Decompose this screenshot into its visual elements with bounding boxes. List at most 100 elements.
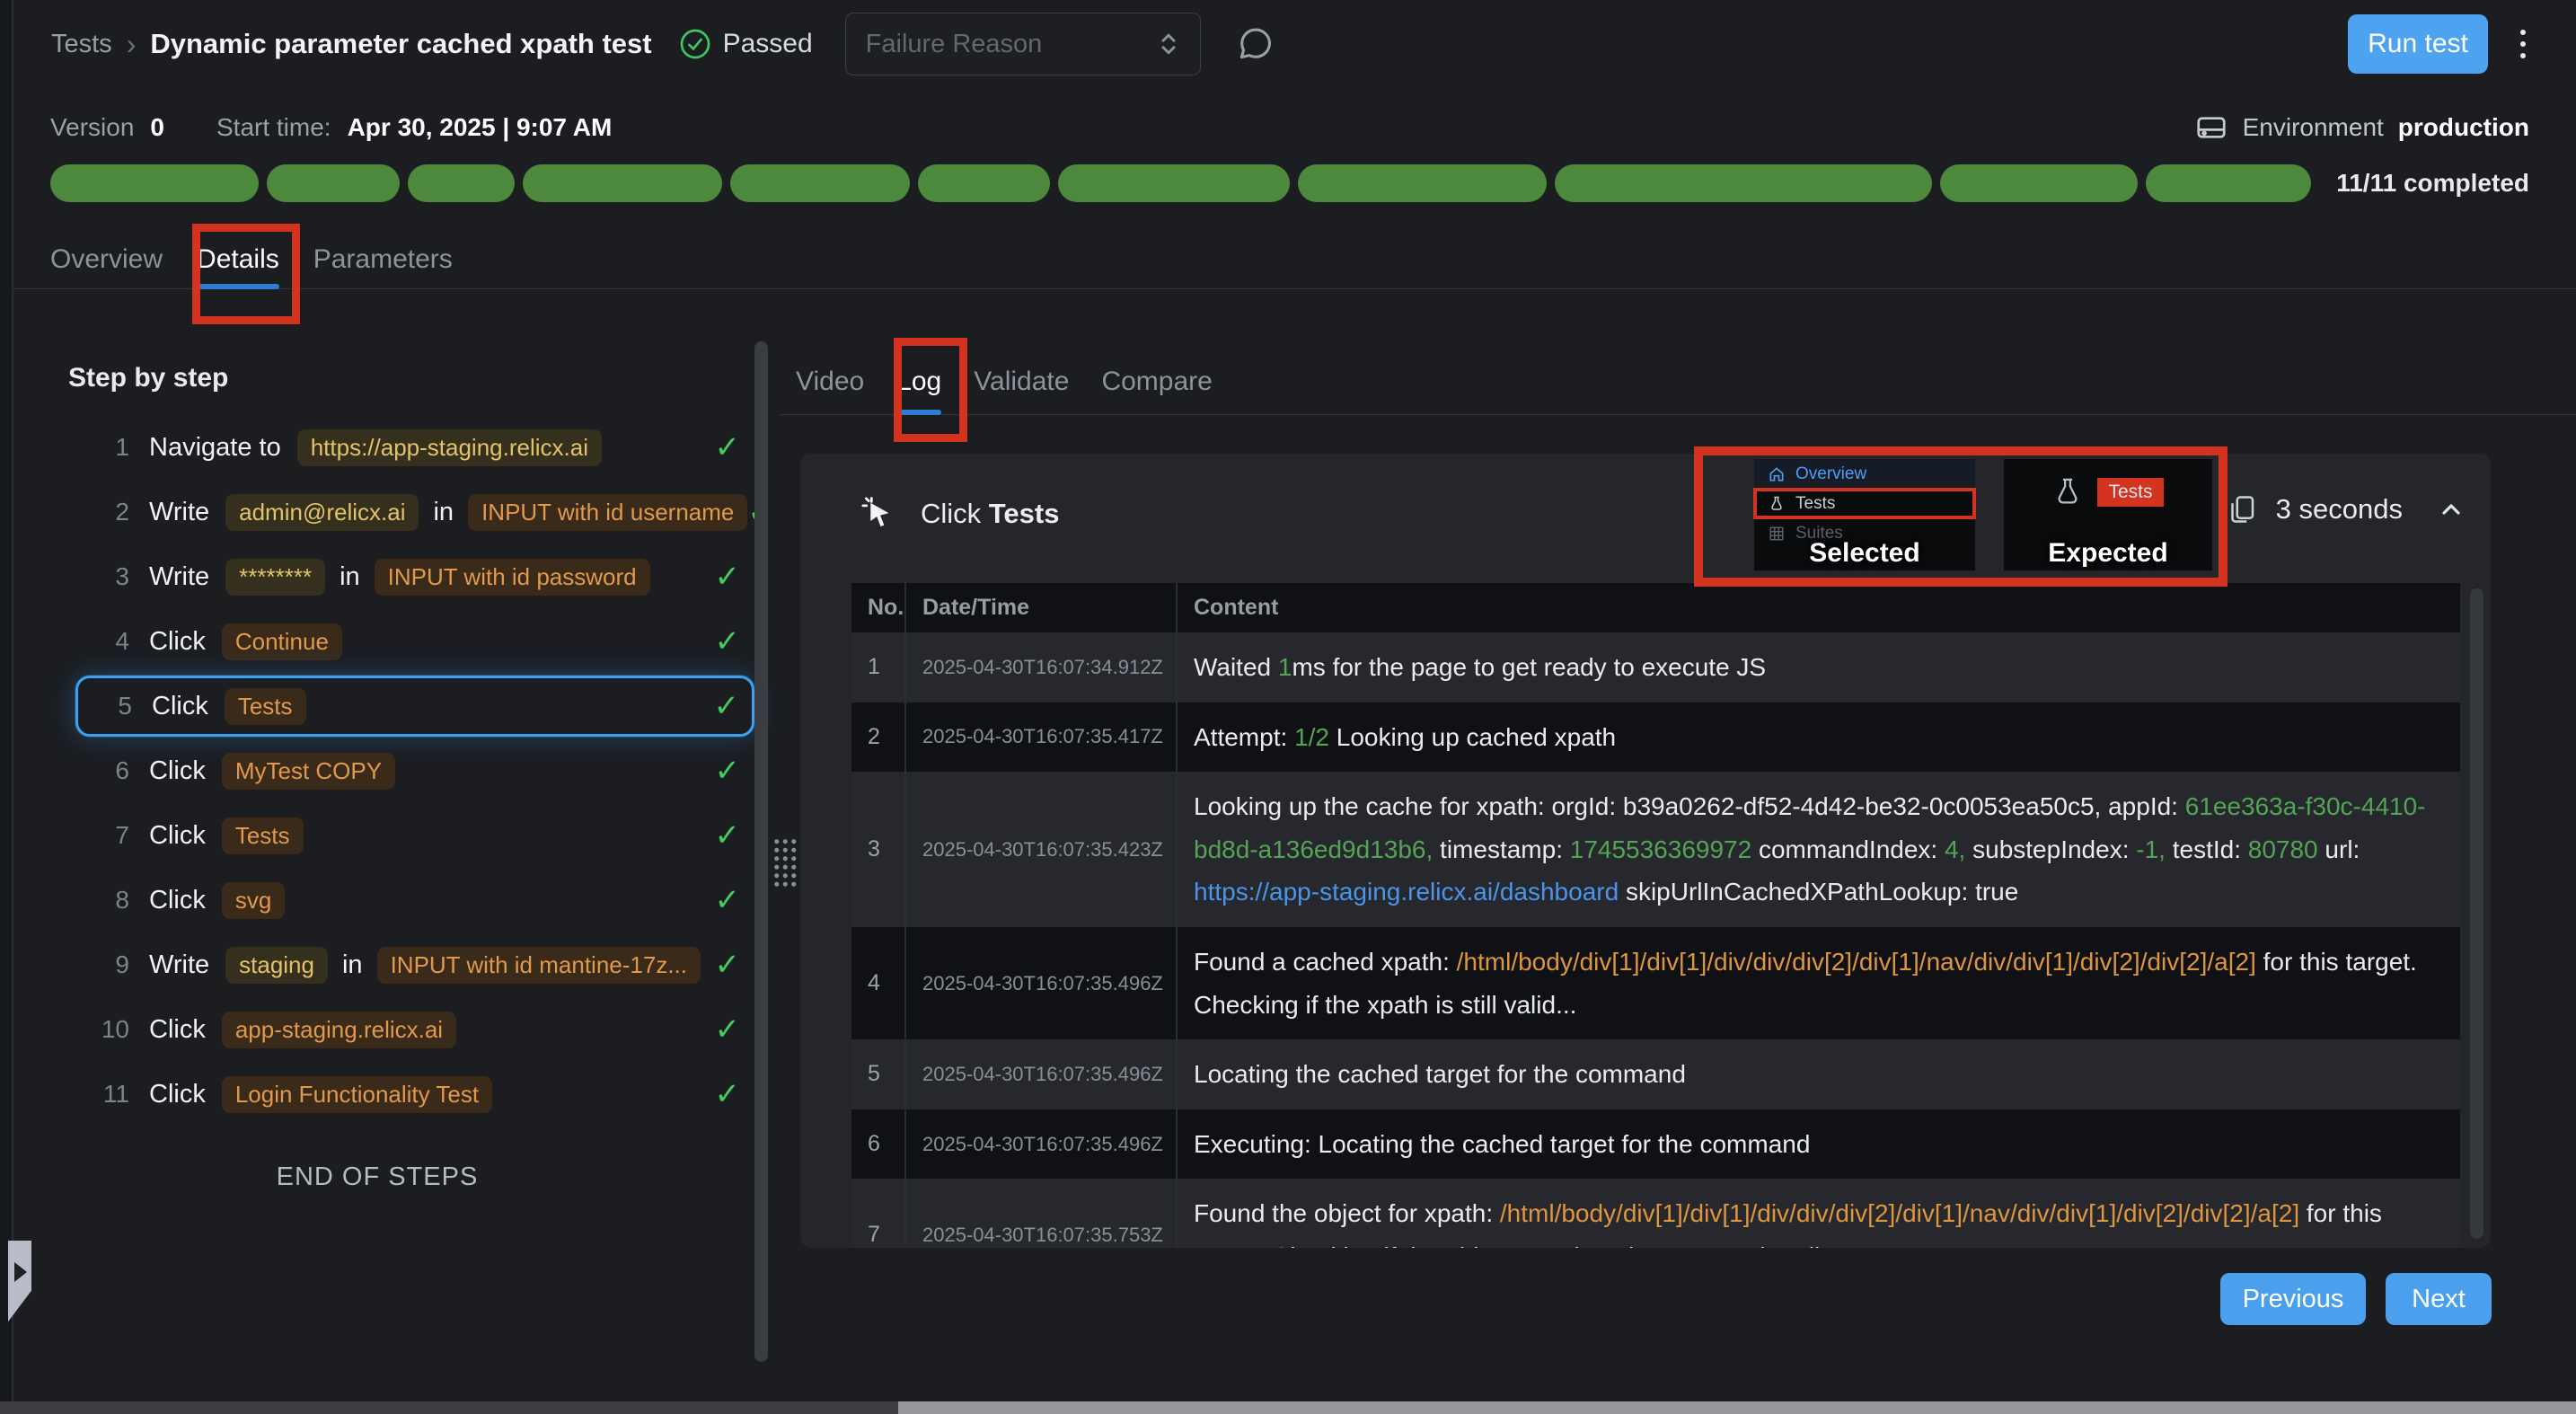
- drawer-expand-tab[interactable]: [8, 1241, 31, 1327]
- progress-segment: [408, 164, 515, 202]
- mini-nav-label: Overview: [1795, 464, 1866, 484]
- tab-details[interactable]: Details: [197, 230, 279, 289]
- log-card: Click Tests OverviewTestsSuites Selected…: [800, 454, 2491, 1248]
- step-row[interactable]: 8Clicksvg✓: [86, 875, 753, 925]
- step-row[interactable]: 10Clickapp-staging.relicx.ai✓: [86, 1004, 753, 1055]
- version-label: Version: [50, 113, 134, 142]
- log-token-green: 4,: [1945, 835, 1965, 863]
- log-row-number: 2: [851, 703, 905, 773]
- step-target-badge: svg: [222, 882, 285, 919]
- step-row[interactable]: 4ClickContinue✓: [86, 616, 753, 667]
- step-target-badge: MyTest COPY: [222, 753, 395, 790]
- previous-button[interactable]: Previous: [2220, 1273, 2366, 1325]
- step-action-label: Click: [149, 1015, 206, 1045]
- log-column-header: Date/Time: [905, 583, 1177, 632]
- log-row-content: Locating the cached target for the comma…: [1177, 1039, 2460, 1109]
- log-token: url:: [2318, 835, 2360, 863]
- step-row[interactable]: 7ClickTests✓: [86, 810, 753, 861]
- log-row[interactable]: 62025-04-30T16:07:35.496ZExecuting: Loca…: [851, 1109, 2460, 1180]
- log-token: testId:: [2166, 835, 2248, 863]
- step-target-badge: Tests: [225, 688, 306, 725]
- step-action-label: Write: [149, 498, 209, 527]
- step-number: 6: [86, 756, 129, 785]
- kebab-menu-icon[interactable]: [2520, 30, 2526, 58]
- log-token: Looking up the cache for xpath: orgId: b…: [1194, 792, 2185, 820]
- log-token-orange: /html/body/div[1]/div[1]/div/div/div[2]/…: [1457, 948, 2256, 976]
- log-row[interactable]: 42025-04-30T16:07:35.496ZFound a cached …: [851, 927, 2460, 1039]
- step-action-label: Click: [149, 821, 206, 851]
- top-bar: Tests › Dynamic parameter cached xpath t…: [13, 0, 2576, 88]
- end-of-steps-label: END OF STEPS: [27, 1162, 728, 1192]
- step-row[interactable]: 3Write********inINPUT with id password✓: [86, 552, 753, 602]
- step-action-label: Click: [152, 692, 208, 721]
- comment-bubble-icon[interactable]: [1235, 24, 1275, 64]
- progress-segment: [50, 164, 259, 202]
- progress-segment: [1940, 164, 2138, 202]
- log-row[interactable]: 22025-04-30T16:07:35.417ZAttempt: 1/2 Lo…: [851, 703, 2460, 773]
- detail-tabs: Video Log Validate Compare: [780, 349, 2576, 415]
- step-check-icon: ✓: [715, 753, 741, 789]
- log-token: Locating the cached target for the comma…: [1194, 1060, 1686, 1088]
- step-target-badge: INPUT with id mantine-17z...: [377, 947, 701, 984]
- progress-segment: [2146, 164, 2311, 202]
- step-check-icon: ✓: [715, 947, 741, 983]
- log-row[interactable]: 72025-04-30T16:07:35.753ZFound the objec…: [851, 1179, 2460, 1248]
- step-row[interactable]: 11ClickLogin Functionality Test✓: [86, 1069, 753, 1119]
- copy-icon: [2226, 493, 2258, 526]
- tab-log[interactable]: Log: [896, 349, 941, 415]
- step-number: 10: [86, 1015, 129, 1044]
- log-row[interactable]: 52025-04-30T16:07:35.496ZLocating the ca…: [851, 1039, 2460, 1109]
- step-action-label: Click: [149, 756, 206, 786]
- selected-screenshot-thumbnail[interactable]: OverviewTestsSuites Selected: [1754, 459, 1975, 570]
- log-row[interactable]: 12025-04-30T16:07:34.912ZWaited 1ms for …: [851, 632, 2460, 703]
- mini-nav-item-overview: Overview: [1754, 459, 1975, 489]
- step-target-badge: INPUT with id password: [375, 559, 650, 596]
- expected-screenshot-thumbnail[interactable]: Tests Expected: [2004, 459, 2212, 570]
- command-action: Click: [921, 498, 981, 529]
- step-by-step-panel: Step by step 1Navigate tohttps://app-sta…: [27, 352, 765, 1192]
- log-row-number: 5: [851, 1039, 905, 1109]
- step-row[interactable]: 5ClickTests✓: [75, 676, 754, 737]
- step-duration: 3 seconds: [2226, 493, 2466, 526]
- step-row[interactable]: 2Writeadmin@relicx.aiinINPUT with id use…: [86, 487, 753, 537]
- hard-drive-icon: [2194, 110, 2228, 145]
- log-token-green: 1: [1278, 653, 1292, 681]
- step-number: 1: [86, 433, 129, 462]
- panel-resize-handle[interactable]: [772, 837, 798, 888]
- progress-segment: [523, 164, 721, 202]
- next-button[interactable]: Next: [2386, 1273, 2492, 1325]
- step-number: 3: [86, 562, 129, 591]
- tab-overview[interactable]: Overview: [50, 230, 163, 289]
- chevron-up-icon[interactable]: [2437, 495, 2466, 524]
- tab-video[interactable]: Video: [796, 349, 864, 415]
- step-value-badge: staging: [225, 947, 328, 984]
- steps-scrollbar[interactable]: [754, 341, 768, 1362]
- expected-highlight-chip: Tests: [2097, 478, 2163, 507]
- log-scrollbar[interactable]: [2470, 588, 2483, 1239]
- step-check-icon: ✓: [715, 882, 741, 918]
- log-row[interactable]: 32025-04-30T16:07:35.423ZLooking up the …: [851, 772, 2460, 927]
- step-slot: 7ClickTests✓: [27, 803, 765, 868]
- log-token: Waited: [1194, 653, 1278, 681]
- log-token: Executing: Locating the cached target fo…: [1194, 1130, 1810, 1158]
- environment-label: Environment: [2243, 113, 2384, 142]
- step-slot: 2Writeadmin@relicx.aiinINPUT with id use…: [27, 480, 765, 544]
- log-token-green: 1/2: [1294, 723, 1329, 751]
- bottom-scrollbar-thumb[interactable]: [898, 1401, 2576, 1414]
- failure-reason-select[interactable]: Failure Reason: [845, 13, 1201, 75]
- step-check-icon: ✓: [715, 559, 741, 595]
- step-row[interactable]: 9WritestaginginINPUT with id mantine-17z…: [86, 940, 753, 990]
- step-row[interactable]: 6 Click MyTest COPY ✓: [86, 746, 753, 796]
- log-row-timestamp: 2025-04-30T16:07:35.496Z: [905, 927, 1177, 1039]
- tab-validate[interactable]: Validate: [974, 349, 1069, 415]
- log-row-content: Found a cached xpath: /html/body/div[1]/…: [1177, 927, 2460, 1039]
- step-value-badge: https://app-staging.relicx.ai: [297, 429, 602, 466]
- page-title: Dynamic parameter cached xpath test: [150, 28, 651, 60]
- log-row-content: Looking up the cache for xpath: orgId: b…: [1177, 772, 2460, 927]
- step-row[interactable]: 1Navigate tohttps://app-staging.relicx.a…: [86, 422, 753, 473]
- tab-parameters[interactable]: Parameters: [313, 230, 453, 289]
- run-test-button[interactable]: Run test: [2348, 14, 2488, 74]
- bottom-scrollbar-track[interactable]: [0, 1401, 898, 1414]
- breadcrumb-tests-link[interactable]: Tests: [51, 30, 112, 59]
- tab-compare[interactable]: Compare: [1101, 349, 1212, 415]
